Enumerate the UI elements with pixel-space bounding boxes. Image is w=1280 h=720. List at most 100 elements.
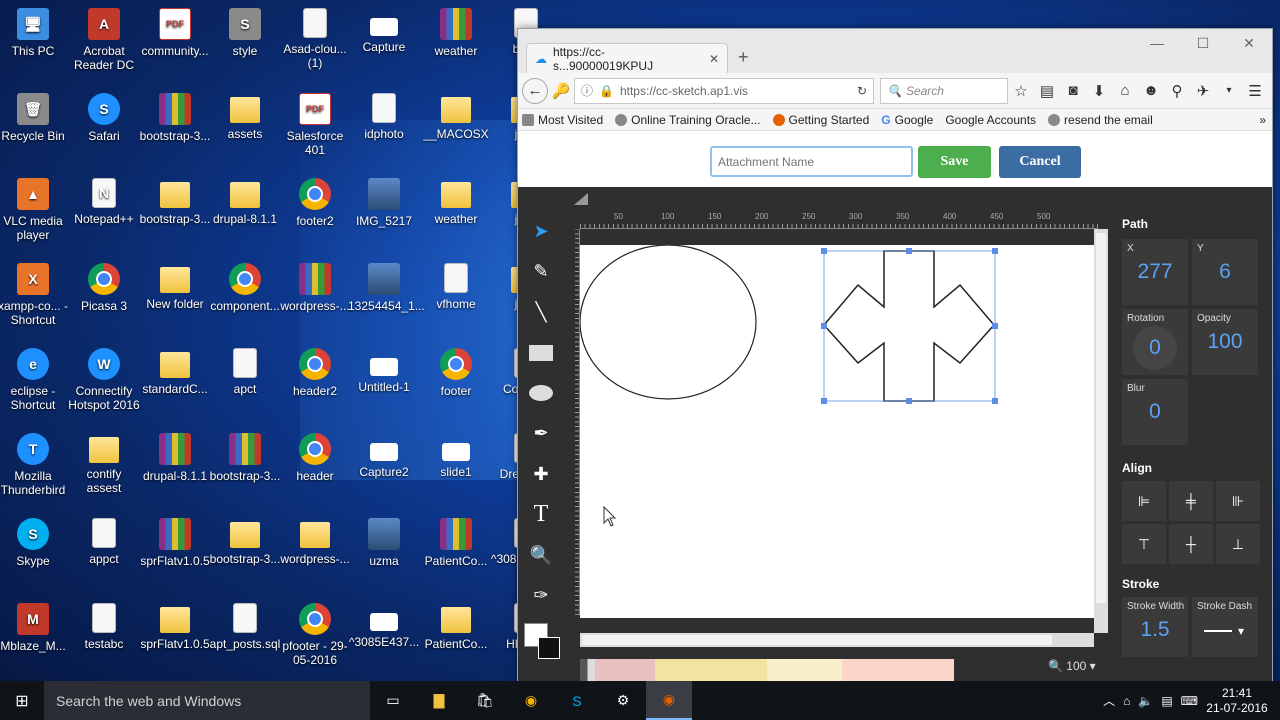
desktop-icon[interactable]: Untitled-1 [348, 348, 420, 394]
desktop-icon[interactable]: 13254454_1... [348, 263, 425, 313]
new-tab-button[interactable]: + [738, 47, 749, 68]
notification-icon[interactable]: ▤ [1161, 694, 1172, 708]
maximize-button[interactable]: ☐ [1180, 29, 1226, 57]
desktop-icon[interactable]: PatientCo... [420, 603, 492, 651]
minimize-button[interactable]: — [1134, 29, 1180, 57]
desktop-icon[interactable]: S Safari [68, 93, 140, 143]
bookmark-most-visited[interactable]: Most Visited [522, 113, 603, 127]
desktop-icon[interactable]: Picasa 3 [68, 263, 140, 313]
bookmarks-overflow-icon[interactable]: » [1259, 113, 1266, 127]
desktop-icon[interactable]: footer2 [279, 178, 351, 228]
desktop-icon[interactable]: Sstyle [209, 8, 281, 58]
close-tab-icon[interactable]: ✕ [709, 52, 719, 66]
desktop-icon[interactable]: testabc [68, 603, 140, 651]
menu-icon[interactable]: ☰ [1242, 78, 1268, 104]
blur-field[interactable]: Blur 0 [1122, 379, 1188, 445]
desktop-icon[interactable]: bootstrap-3... [209, 518, 281, 566]
desktop-icon[interactable]: standardC... [139, 348, 211, 396]
zoom-tool-icon[interactable]: 🔍 [518, 535, 564, 576]
save-button[interactable]: Save [918, 146, 991, 178]
volume-icon[interactable]: 🔈 [1138, 694, 1153, 708]
key-icon[interactable]: 🔑 [548, 78, 574, 104]
desktop-icon[interactable]: contify assest [68, 433, 140, 495]
desktop-icon[interactable]: A Acrobat Reader DC [68, 8, 140, 72]
desktop-icon[interactable]: apct [209, 348, 281, 396]
scroll-thumb[interactable] [1096, 233, 1106, 603]
align-top-icon[interactable]: ⊤ [1122, 524, 1166, 564]
chat-icon[interactable]: ☻ [1138, 78, 1164, 104]
desktop-icon[interactable]: uzma [348, 518, 420, 568]
desktop-icon[interactable]: pfooter - 29-05-2016 [279, 603, 351, 667]
bookmark-online-training[interactable]: Online Training Oracle... [615, 113, 761, 127]
vertical-scrollbar[interactable] [1094, 229, 1108, 633]
align-left-icon[interactable]: ⊫ [1122, 481, 1166, 521]
pen-tool-icon[interactable]: ✒ [518, 414, 564, 455]
y-field[interactable]: Y 6 [1192, 239, 1258, 305]
desktop-icon[interactable]: bootstrap-3... [139, 93, 211, 143]
bookmark-star-icon[interactable]: ☆ [1008, 78, 1034, 104]
stroke-dash-select[interactable]: ▾ [1204, 624, 1258, 638]
task-view-icon[interactable]: ▭ [370, 681, 416, 720]
desktop-icon[interactable]: Capture2 [348, 433, 420, 479]
desktop-icon[interactable]: __MACOSX [420, 93, 492, 141]
desktop-icon[interactable]: 🗑 Recycle Bin [0, 93, 69, 143]
search-box[interactable]: 🔍 Search [880, 77, 1008, 104]
desktop-icon[interactable]: header [279, 433, 351, 483]
zoom-control[interactable]: 🔍 100 ▾ [1048, 659, 1096, 673]
desktop-icon[interactable]: wordpress-... [279, 518, 351, 566]
browser-tab[interactable]: ☁ https://cc-s...90000019KPUJ ✕ [526, 43, 728, 73]
align-center-icon[interactable]: ╪ [1169, 481, 1213, 521]
desktop-icon[interactable]: e eclipse - Shortcut [0, 348, 69, 412]
desktop-icon[interactable]: 🖥 This PC [0, 8, 69, 58]
collapse-icon[interactable] [574, 193, 588, 205]
tool-icon[interactable]: ⚲ [1164, 78, 1190, 104]
opacity-field[interactable]: Opacity 100 [1192, 309, 1258, 375]
desktop-icon[interactable]: PDF Salesforce 401 [279, 93, 351, 157]
horizontal-scrollbar[interactable] [580, 633, 1094, 647]
rectangle-tool-icon[interactable] [518, 333, 564, 374]
download-icon[interactable]: ⬇ [1086, 78, 1112, 104]
cancel-button[interactable]: Cancel [999, 146, 1081, 178]
desktop-icon[interactable]: Asad-clou... (1) [279, 8, 351, 70]
close-window-button[interactable]: ✕ [1226, 29, 1272, 57]
desktop-icon[interactable]: weather [420, 178, 492, 226]
scroll-thumb[interactable] [582, 635, 1052, 645]
desktop-icon[interactable]: wordpress-... [279, 263, 351, 313]
url-bar[interactable]: ⓘ 🔒 https://cc-sketch.ap1.vis ↻ [574, 77, 874, 104]
home-icon[interactable]: ⌂ [1112, 78, 1138, 104]
shapes-tool-icon[interactable]: ✚ [518, 454, 564, 495]
chrome-icon[interactable]: ◉ [508, 681, 554, 720]
desktop-icon[interactable]: idphoto [348, 93, 420, 141]
desktop-icon[interactable]: W Connectify Hotspot 2016 [68, 348, 140, 412]
line-tool-icon[interactable]: ╲ [518, 292, 564, 333]
desktop-icon[interactable]: sprFlatv1.0.5 [139, 518, 211, 568]
desktop-icon[interactable]: apt_posts.sql [209, 603, 281, 651]
desktop-icon[interactable]: sprFlatv1.0.5 [139, 603, 211, 651]
color-palette[interactable] [580, 659, 954, 681]
skype-icon[interactable]: S [554, 681, 600, 720]
desktop-icon[interactable]: appct [68, 518, 140, 566]
x-field[interactable]: X 277 [1122, 239, 1188, 305]
desktop-icon[interactable]: header2 [279, 348, 351, 398]
stroke-width-field[interactable]: Stroke Width 1.5 [1122, 597, 1188, 657]
settings-icon[interactable]: ⚙ [600, 681, 646, 720]
taskbar-search[interactable]: Search the web and Windows [44, 681, 370, 720]
desktop-icon[interactable]: vfhome [420, 263, 492, 311]
desktop-icon[interactable]: Xxampp-co... - Shortcut [0, 263, 69, 327]
store-icon[interactable]: 🛍 [462, 681, 508, 720]
desktop-icon[interactable]: footer [420, 348, 492, 398]
desktop-icon[interactable]: PatientCo... [420, 518, 492, 568]
stroke-dash-field[interactable]: Stroke Dash ▾ [1192, 597, 1258, 657]
reading-list-icon[interactable]: ▤ [1034, 78, 1060, 104]
pencil-tool-icon[interactable]: ✎ [518, 252, 564, 293]
desktop-icon[interactable]: drupal-8.1.1 [209, 178, 281, 226]
ellipse-tool-icon[interactable] [518, 373, 564, 414]
dropdown-icon[interactable]: ▾ [1216, 78, 1242, 104]
desktop-icon[interactable]: M Mblaze_M... [0, 603, 69, 653]
bookmark-google-accounts[interactable]: Google Accounts [945, 113, 1036, 127]
stroke-color-swatch[interactable] [538, 637, 560, 659]
file-explorer-icon[interactable]: ▇ [416, 681, 462, 720]
clock[interactable]: 21:41 21-07-2016 [1202, 686, 1272, 716]
bookmark-google[interactable]: G Google [881, 113, 933, 127]
network-icon[interactable]: ⌂ [1123, 694, 1130, 708]
